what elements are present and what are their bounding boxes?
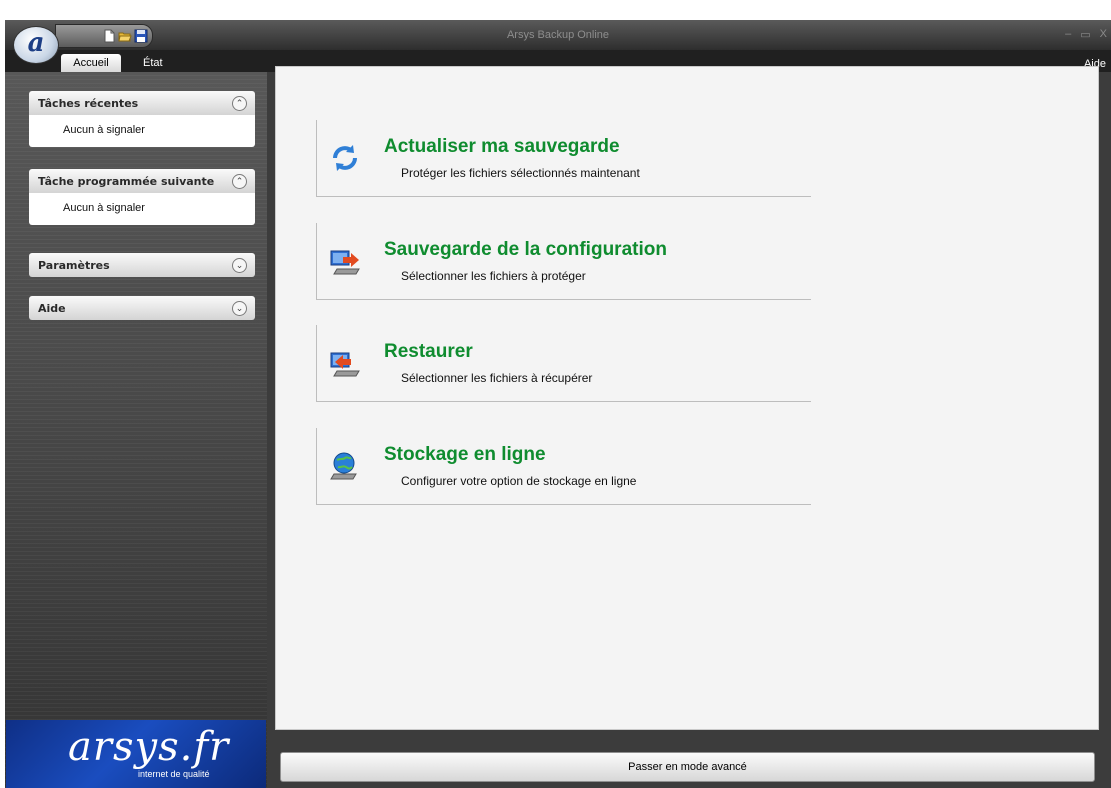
action-description: Sélectionner les fichiers à récupérer	[401, 371, 593, 385]
action-title: Stockage en ligne	[384, 444, 546, 465]
restore-icon	[330, 352, 360, 377]
quick-access-toolbar	[55, 24, 153, 48]
panel-content-text: Aucun à signaler	[63, 202, 145, 214]
action-description: Configurer votre option de stockage en l…	[401, 474, 637, 488]
action-title: Actualiser ma sauvegarde	[384, 136, 620, 157]
window-controls: – ▭ X	[1065, 28, 1107, 41]
collapse-chevron-icon[interactable]: ⌃	[232, 96, 247, 111]
panel-next-task-body: Aucun à signaler	[29, 193, 255, 225]
maximize-button[interactable]: ▭	[1080, 28, 1090, 41]
tab-etat[interactable]: État	[143, 54, 163, 72]
app-menu-button[interactable]: a	[13, 26, 59, 64]
action-refresh-backup[interactable]: Actualiser ma sauvegarde Protéger les fi…	[316, 120, 811, 197]
logo-tagline: internet de qualité	[138, 769, 210, 779]
backup-config-icon	[330, 250, 360, 275]
panel-help-header[interactable]: Aide ⌄	[29, 296, 255, 320]
action-restore[interactable]: Restaurer Sélectionner les fichiers à ré…	[316, 325, 811, 402]
main-content: Actualiser ma sauvegarde Protéger les fi…	[275, 66, 1099, 730]
arsys-logo: arsys.fr internet de qualité	[6, 720, 266, 788]
save-icon[interactable]	[134, 29, 148, 43]
advanced-mode-button[interactable]: Passer en mode avancé	[280, 752, 1095, 782]
online-storage-icon	[330, 452, 357, 480]
panel-content-text: Aucun à signaler	[63, 124, 145, 136]
panel-recent-tasks-body: Aucun à signaler	[29, 115, 255, 147]
logo-text: arsys.fr	[68, 724, 230, 770]
refresh-icon	[333, 145, 357, 171]
action-title: Restaurer	[384, 341, 473, 362]
minimize-button[interactable]: –	[1065, 28, 1071, 41]
panel-settings-header[interactable]: Paramètres ⌄	[29, 253, 255, 277]
action-description: Sélectionner les fichiers à protéger	[401, 269, 586, 283]
panel-title: Tâche programmée suivante	[38, 175, 215, 188]
collapse-chevron-icon[interactable]: ⌃	[232, 174, 247, 189]
panel-recent-tasks-header[interactable]: Tâches récentes ⌃	[29, 91, 255, 115]
sidebar: Tâches récentes ⌃ Aucun à signaler Tâche…	[5, 72, 267, 788]
action-title: Sauvegarde de la configuration	[384, 239, 667, 260]
panel-title: Paramètres	[38, 259, 110, 272]
close-button[interactable]: X	[1100, 28, 1107, 41]
tab-accueil[interactable]: Accueil	[61, 54, 121, 72]
open-folder-icon[interactable]	[118, 29, 132, 43]
panel-title: Aide	[38, 302, 66, 315]
title-bar: Arsys Backup Online – ▭ X	[5, 20, 1111, 50]
app-logo-icon: a	[27, 28, 45, 58]
action-backup-config[interactable]: Sauvegarde de la configuration Sélection…	[316, 223, 811, 300]
new-file-icon[interactable]	[102, 29, 116, 43]
action-online-storage[interactable]: Stockage en ligne Configurer votre optio…	[316, 428, 811, 505]
expand-chevron-icon[interactable]: ⌄	[232, 301, 247, 316]
panel-next-task-header[interactable]: Tâche programmée suivante ⌃	[29, 169, 255, 193]
window-title: Arsys Backup Online	[506, 29, 610, 41]
action-description: Protéger les fichiers sélectionnés maint…	[401, 166, 640, 180]
expand-chevron-icon[interactable]: ⌄	[232, 258, 247, 273]
panel-title: Tâches récentes	[38, 97, 139, 110]
